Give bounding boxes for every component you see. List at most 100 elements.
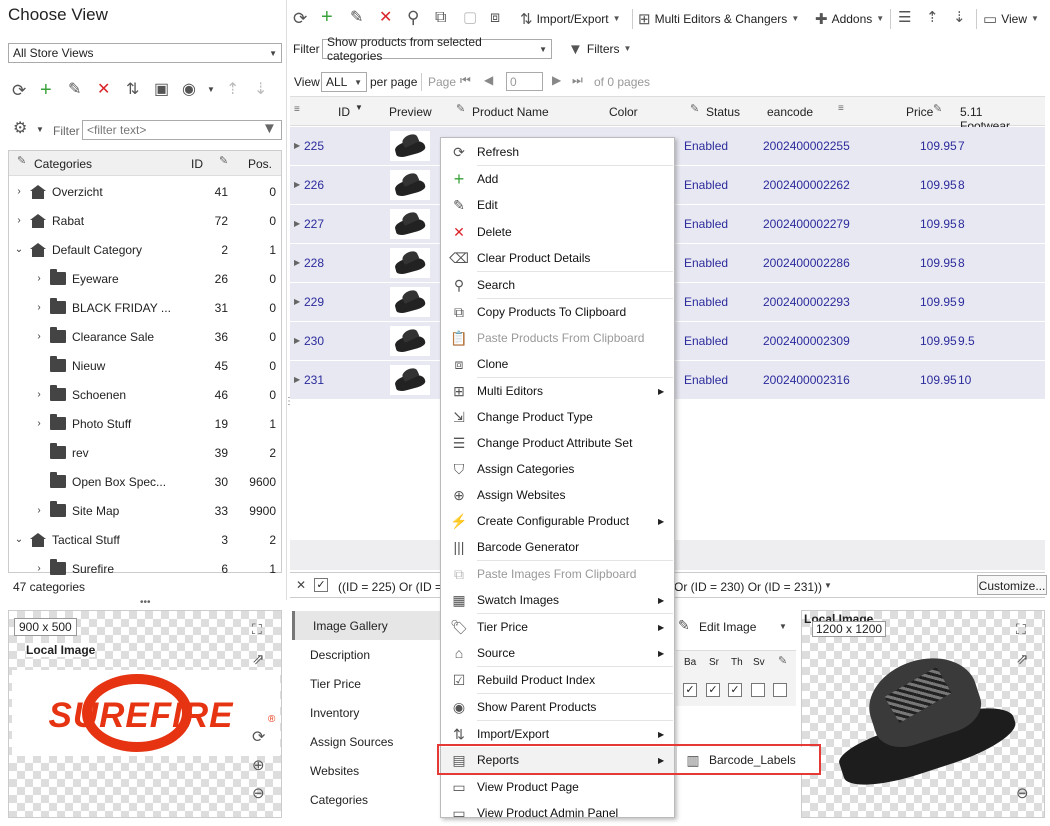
tree-row[interactable]: › Overzicht 41 0 — [8, 177, 282, 206]
edit-image-label[interactable]: Edit Image — [699, 620, 756, 634]
add-icon[interactable]: + — [40, 80, 52, 100]
clone-icon[interactable]: ⧈ — [490, 10, 500, 26]
tree-row[interactable]: rev 39 2 — [8, 438, 282, 467]
menu-item-search[interactable]: ⚲ Search — [441, 272, 674, 298]
menu-item-change-product-type[interactable]: ⇲ Change Product Type — [441, 404, 674, 430]
tab-assign-sources[interactable]: Assign Sources — [292, 727, 440, 756]
menu-item-swatch-images[interactable]: ▦ Swatch Images ▶ — [441, 587, 674, 613]
refresh-icon[interactable]: ⟳ — [293, 10, 307, 27]
delete-icon[interactable]: ✕ — [379, 10, 392, 26]
chevron-down-icon[interactable]: ▼ — [779, 623, 787, 631]
per-page-select[interactable]: ALL ▼ — [321, 72, 367, 92]
view-button[interactable]: ▭ View ▼ — [983, 8, 1039, 30]
row-expander-icon[interactable]: ▶ — [294, 297, 300, 306]
menu-item-barcode-generator[interactable]: ||| Barcode Generator — [441, 534, 674, 560]
tree-row[interactable]: Open Box Spec... 30 9600 — [8, 467, 282, 496]
row-expander-icon[interactable]: ▶ — [294, 180, 300, 189]
tree-row[interactable]: ⌄ Tactical Stuff 3 2 — [8, 525, 282, 554]
move-down-icon[interactable]: ⇣ — [953, 10, 966, 25]
column-color[interactable]: Color — [609, 105, 638, 119]
filters-button[interactable]: ▼ Filters ▼ — [568, 38, 631, 60]
expand-icon[interactable]: › — [12, 215, 26, 226]
gear-icon[interactable]: ⚙ — [13, 121, 27, 137]
next-page-icon[interactable]: ▶ — [552, 74, 561, 86]
tab-inventory[interactable]: Inventory — [292, 698, 440, 727]
expand-icon[interactable]: › — [32, 418, 46, 429]
collapse-icon[interactable]: ⌄ — [12, 244, 26, 255]
menu-item-show-parent-products[interactable]: ◉ Show Parent Products — [441, 694, 674, 720]
image-icon[interactable]: ▣ — [154, 82, 169, 98]
edit-icon[interactable]: ✎ — [350, 10, 363, 26]
category-filter-input[interactable]: <filter text> — [82, 120, 282, 140]
store-checkbox-th[interactable]: ✓ — [728, 683, 742, 697]
store-checkbox-extra[interactable] — [773, 683, 787, 697]
last-page-icon[interactable]: ⏭ — [572, 74, 583, 86]
menu-item-clone[interactable]: ⧈ Clone — [441, 351, 674, 377]
search-icon[interactable]: ⚲ — [407, 9, 419, 26]
menu-item-multi-editors[interactable]: ⊞ Multi Editors ▶ — [441, 378, 674, 404]
column-price[interactable]: Price — [906, 105, 933, 119]
row-expander-icon[interactable]: ▶ — [294, 375, 300, 384]
menu-item-create-configurable-product[interactable]: ⚡ Create Configurable Product ▶ — [441, 508, 674, 534]
column-preview[interactable]: Preview — [389, 105, 432, 119]
menu-item-view-product-admin-panel[interactable]: ▭ View Product Admin Panel — [441, 800, 674, 826]
column-id[interactable]: ID — [338, 105, 350, 119]
tree-row[interactable]: › Site Map 33 9900 — [8, 496, 282, 525]
store-checkbox-ba[interactable]: ✓ — [683, 683, 697, 697]
import-export-button[interactable]: ⇅ Import/Export ▼ — [520, 8, 621, 30]
tab-image-gallery[interactable]: Image Gallery — [292, 611, 440, 640]
row-expander-icon[interactable]: ▶ — [294, 336, 300, 345]
tree-row[interactable]: › Rabat 72 0 — [8, 206, 282, 235]
rotate-icon[interactable]: ⟳ — [252, 730, 265, 746]
row-expander-icon[interactable]: ▶ — [294, 219, 300, 228]
menu-item-delete[interactable]: ✕ Delete — [441, 219, 674, 245]
tree-row[interactable]: › Eyeware 26 0 — [8, 264, 282, 293]
expand-icon[interactable]: › — [32, 331, 46, 342]
menu-item-clear-product-details[interactable]: ⌫ Clear Product Details — [441, 245, 674, 271]
tree-row[interactable]: › Surefire 6 1 — [8, 554, 282, 583]
store-checkbox-sv[interactable] — [751, 683, 765, 697]
expand-icon[interactable]: › — [32, 563, 46, 574]
menu-item-view-product-page[interactable]: ▭ View Product Page — [441, 774, 674, 800]
customize-button[interactable]: Customize... — [977, 575, 1047, 595]
add-icon[interactable]: + — [321, 7, 333, 27]
tree-row[interactable]: ⌄ Default Category 2 1 — [8, 235, 282, 264]
submenu-item-barcode-labels[interactable]: ▥ Barcode_Labels — [677, 747, 820, 773]
chevron-down-icon[interactable]: ▼ — [36, 126, 44, 134]
filter-enable-checkbox[interactable]: ✓ — [314, 578, 328, 592]
zoom-out-icon[interactable]: ⊖ — [1016, 786, 1029, 801]
open-external-icon[interactable]: ⇗ — [1016, 652, 1029, 667]
menu-item-assign-categories[interactable]: ⛉ Assign Categories — [441, 456, 674, 482]
fullscreen-icon[interactable]: ⛶ — [1016, 622, 1026, 636]
column-eancode[interactable]: eancode — [767, 105, 813, 119]
expand-icon[interactable]: › — [32, 389, 46, 400]
page-input[interactable]: 0 — [506, 72, 543, 91]
menu-item-rebuild-product-index[interactable]: ☑ Rebuild Product Index — [441, 667, 674, 693]
edit-icon[interactable]: ✎ — [68, 82, 81, 98]
expand-icon[interactable]: › — [32, 302, 46, 313]
eye-icon[interactable]: ◉ — [182, 82, 196, 98]
menu-item-source[interactable]: ⌂ Source ▶ — [441, 640, 674, 666]
chevron-down-icon[interactable]: ▼ — [824, 582, 832, 590]
zoom-in-icon[interactable]: ⊕ — [252, 758, 265, 773]
tree-row[interactable]: › Clearance Sale 36 0 — [8, 322, 282, 351]
move-up-icon[interactable]: ⇡ — [926, 10, 939, 25]
tree-row[interactable]: Nieuw 45 0 — [8, 351, 282, 380]
product-filter-select[interactable]: Show products from selected categories ▼ — [322, 35, 552, 63]
store-view-select[interactable]: All Store Views ▼ — [8, 43, 282, 63]
funnel-icon[interactable]: ▼ — [262, 121, 277, 136]
delete-icon[interactable]: ✕ — [97, 82, 110, 98]
multi-editors-button[interactable]: ⊞ Multi Editors & Changers ▼ — [638, 8, 799, 30]
menu-item-assign-websites[interactable]: ⊕ Assign Websites — [441, 482, 674, 508]
open-external-icon[interactable]: ⇗ — [252, 652, 265, 667]
splitter-handle[interactable]: ••• — [140, 598, 151, 608]
menu-item-refresh[interactable]: ⟳ Refresh — [441, 139, 674, 165]
tree-row[interactable]: › Photo Stuff 19 1 — [8, 409, 282, 438]
close-icon[interactable]: ✕ — [296, 579, 306, 591]
collapse-icon[interactable]: ⌄ — [12, 534, 26, 545]
tab-tier-price[interactable]: Tier Price — [292, 669, 440, 698]
tab-websites[interactable]: Websites — [292, 756, 440, 785]
copy-icon[interactable]: ⧉ — [435, 10, 446, 26]
zoom-out-icon[interactable]: ⊖ — [252, 786, 265, 801]
expand-icon[interactable]: › — [12, 186, 26, 197]
